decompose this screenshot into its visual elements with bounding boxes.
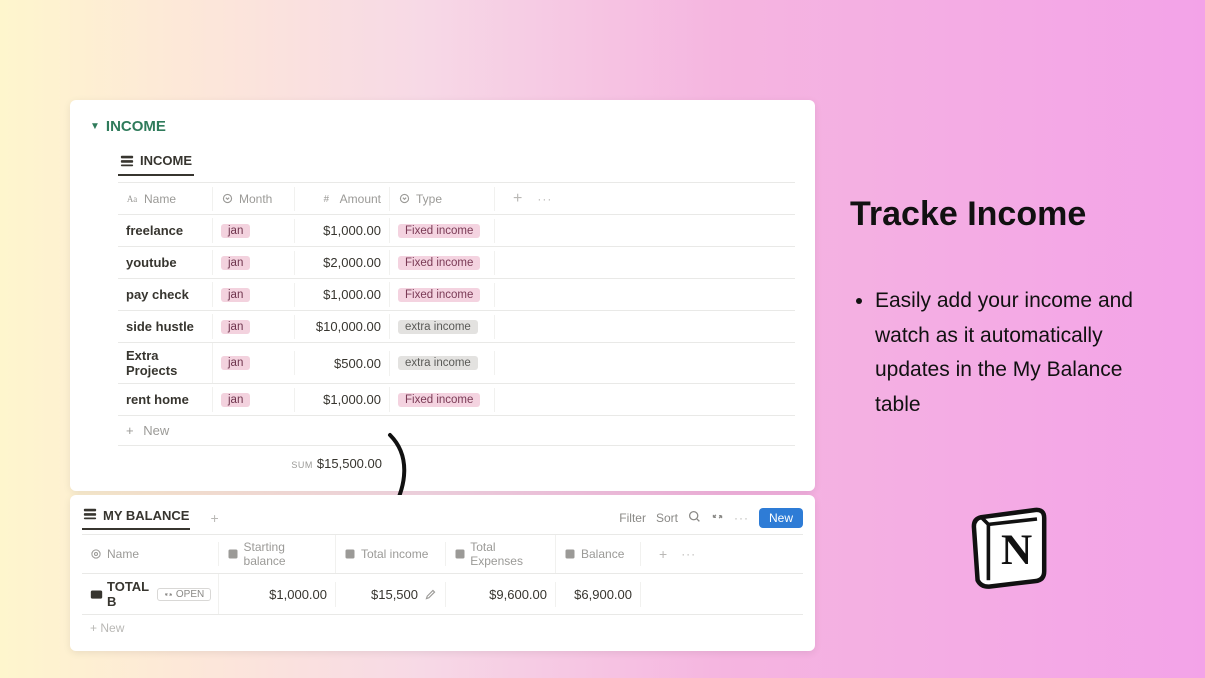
type-tag: extra income: [398, 320, 478, 334]
svg-text:#: #: [323, 194, 329, 205]
formula-icon: [564, 548, 577, 561]
amount-value: $1,000.00: [323, 392, 381, 407]
table-row[interactable]: side hustle jan $10,000.00 extra income: [118, 311, 795, 343]
col-name[interactable]: Name: [82, 542, 219, 566]
amount-value: $1,000.00: [323, 223, 381, 238]
row-name: Extra Projects: [126, 348, 204, 378]
row-name: pay check: [126, 287, 189, 302]
amount-value: $500.00: [334, 356, 381, 371]
add-column-button[interactable]: +: [649, 546, 677, 562]
month-tag: jan: [221, 224, 250, 238]
col-expenses[interactable]: Total Expenses: [446, 535, 556, 573]
edit-icon[interactable]: [424, 588, 437, 601]
new-income-row[interactable]: + New: [118, 416, 795, 446]
new-balance-row[interactable]: + New: [82, 615, 803, 641]
type-tag: Fixed income: [398, 288, 480, 302]
type-tag: Fixed income: [398, 256, 480, 270]
balance-table: Name Starting balance Total income Total…: [82, 534, 803, 615]
type-tag: Fixed income: [398, 224, 480, 238]
database-icon: [83, 507, 97, 524]
col-month[interactable]: Month: [213, 187, 295, 211]
database-icon: [120, 154, 134, 168]
income-header-row: Aa Name Month # Amount Type + ···: [118, 183, 795, 215]
amount-value: $10,000.00: [316, 319, 381, 334]
row-title: TOTAL B: [107, 579, 149, 609]
row-name: youtube: [126, 255, 177, 270]
income-toggle[interactable]: ▼ INCOME: [90, 118, 795, 135]
sort-button[interactable]: Sort: [656, 511, 678, 525]
balance-panel: MY BALANCE + Filter Sort ··· New Name St…: [70, 495, 815, 651]
month-tag: jan: [221, 288, 250, 302]
rollup-icon: [454, 548, 466, 561]
filter-button[interactable]: Filter: [619, 511, 646, 525]
add-column-button[interactable]: +: [503, 190, 532, 208]
income-toggle-label: INCOME: [106, 118, 166, 135]
balance-view-tab[interactable]: MY BALANCE: [82, 505, 190, 530]
text-icon: Aa: [126, 192, 139, 205]
amount-value: $1,000.00: [323, 287, 381, 302]
expenses-value: $9,600.00: [489, 587, 547, 602]
plus-icon: +: [90, 621, 97, 635]
table-row[interactable]: rent home jan $1,000.00 Fixed income: [118, 384, 795, 416]
income-view-tab[interactable]: INCOME: [118, 149, 194, 176]
col-type[interactable]: Type: [390, 187, 495, 211]
start-value: $1,000.00: [269, 587, 327, 602]
col-extra: + ···: [641, 541, 803, 567]
table-row[interactable]: TOTAL B OPEN $1,000.00 $15,500 $9,600.00…: [82, 574, 803, 615]
income-panel: ▼ INCOME INCOME Aa Name Month # Amount T…: [70, 100, 815, 491]
number-icon: [227, 548, 240, 561]
table-row[interactable]: youtube jan $2,000.00 Fixed income: [118, 247, 795, 279]
balance-header-row: Name Starting balance Total income Total…: [82, 535, 803, 574]
svg-text:N: N: [1001, 527, 1032, 574]
month-tag: jan: [221, 320, 250, 334]
feature-title: Tracke Income: [850, 195, 1170, 234]
col-start[interactable]: Starting balance: [219, 535, 336, 573]
caret-down-icon: ▼: [90, 121, 100, 132]
notion-logo-icon: N: [965, 500, 1055, 592]
add-view-button[interactable]: +: [200, 510, 228, 526]
feature-bullet: Easily add your income and watch as it a…: [875, 284, 1170, 423]
balance-value: $6,900.00: [574, 587, 632, 602]
income-view-name: INCOME: [140, 153, 192, 168]
new-button[interactable]: New: [759, 508, 803, 528]
sum-label: SUM: [291, 460, 313, 470]
type-tag: Fixed income: [398, 393, 480, 407]
income-value: $15,500: [371, 587, 418, 602]
plus-icon: +: [126, 423, 134, 438]
col-name[interactable]: Aa Name: [118, 187, 213, 211]
select-icon: [221, 192, 234, 205]
month-tag: jan: [221, 356, 250, 370]
amount-value: $2,000.00: [323, 255, 381, 270]
col-income[interactable]: Total income: [336, 542, 446, 566]
row-name: side hustle: [126, 319, 194, 334]
col-extra: + ···: [495, 185, 795, 213]
svg-text:Aa: Aa: [127, 194, 137, 204]
table-row[interactable]: pay check jan $1,000.00 Fixed income: [118, 279, 795, 311]
month-tag: jan: [221, 393, 250, 407]
rollup-icon: [344, 548, 357, 561]
select-icon: [398, 192, 411, 205]
open-button[interactable]: OPEN: [157, 588, 211, 601]
column-options-button[interactable]: ···: [537, 192, 552, 206]
income-table: Aa Name Month # Amount Type + ··· freela…: [118, 182, 795, 416]
balance-view-name: MY BALANCE: [103, 508, 189, 523]
column-options-button[interactable]: ···: [681, 547, 696, 561]
row-name: freelance: [126, 223, 183, 238]
expand-icon[interactable]: [711, 510, 724, 526]
row-name: rent home: [126, 392, 189, 407]
table-row[interactable]: Extra Projects jan $500.00 extra income: [118, 343, 795, 384]
col-amount[interactable]: # Amount: [295, 187, 390, 211]
more-options-button[interactable]: ···: [734, 511, 749, 525]
target-icon: [90, 548, 103, 561]
month-tag: jan: [221, 256, 250, 270]
page-icon: [90, 588, 103, 601]
type-tag: extra income: [398, 356, 478, 370]
number-icon: #: [322, 192, 335, 205]
col-balance[interactable]: Balance: [556, 542, 641, 566]
table-row[interactable]: freelance jan $1,000.00 Fixed income: [118, 215, 795, 247]
search-icon[interactable]: [688, 510, 701, 526]
income-sum-row: SUM $15,500.00: [118, 446, 795, 471]
